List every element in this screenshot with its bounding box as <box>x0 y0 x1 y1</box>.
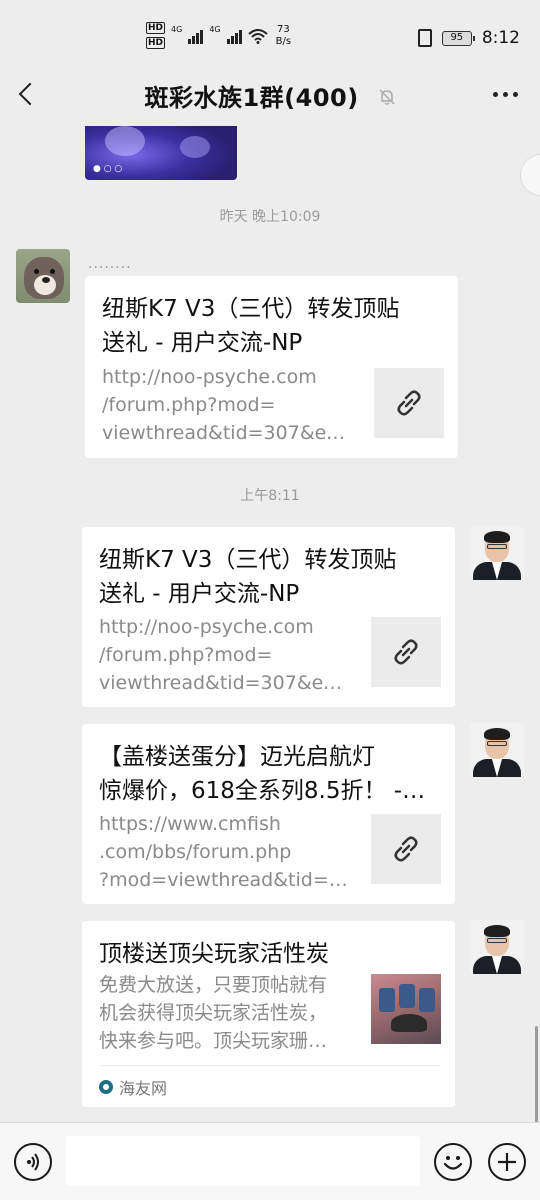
more-options-button[interactable] <box>493 92 518 97</box>
battery-icon: 95 <box>441 30 475 46</box>
card-title: 【盖楼送蛋分】迈光启航灯 惊爆价，618全系列8.5折！ -… <box>99 740 441 808</box>
input-bar <box>0 1122 540 1200</box>
card-desc-line: https://www.cmfish <box>99 813 281 835</box>
voice-icon <box>27 1153 39 1171</box>
card-description: 免费大放送，只要顶帖就有 机会获得顶尖玩家活性炭， 快来参与吧。顶尖玩家珊… <box>99 971 349 1055</box>
card-title: 纽斯K7 V3（三代）转发顶贴 送礼 - 用户交流-NP <box>102 292 444 360</box>
image-indicator: ● ○ ○ <box>93 164 123 174</box>
chat-header: 斑彩水族1群(400) <box>0 62 540 126</box>
card-title: 纽斯K7 V3（三代）转发顶贴 送礼 - 用户交流-NP <box>99 543 441 611</box>
speed-unit: B/s <box>275 35 292 47</box>
card-desc-line: http://noo-psyche.com <box>99 616 314 638</box>
signal-icon-2 <box>226 28 242 44</box>
plus-icon <box>498 1153 516 1171</box>
card-description: https://www.cmfish .com/bbs/forum.php ?m… <box>99 810 349 894</box>
card-desc-line: 快来参与吧。顶尖玩家珊… <box>99 1030 328 1052</box>
card-desc-line: /forum.php?mod= <box>102 394 276 416</box>
link-thumbnail <box>371 617 441 687</box>
timestamp: 上午8:11 <box>240 488 300 504</box>
speed-value: 73 <box>276 23 290 35</box>
chat-title-wrap: 斑彩水族1群(400) <box>0 78 540 113</box>
card-title-line: 送礼 - 用户交流-NP <box>99 581 300 607</box>
link-thumbnail <box>374 368 444 438</box>
avatar[interactable] <box>470 723 524 777</box>
link-card[interactable]: 【盖楼送蛋分】迈光启航灯 惊爆价，618全系列8.5折！ -… https://… <box>82 724 455 904</box>
card-source: 海友网 <box>99 1065 441 1107</box>
more-actions-button[interactable] <box>488 1143 526 1181</box>
avatar[interactable] <box>470 920 524 974</box>
voice-input-button[interactable] <box>14 1143 52 1181</box>
image-message[interactable]: ● ○ ○ <box>85 126 237 180</box>
vibrate-icon <box>417 29 432 47</box>
card-desc-line: 免费大放送，只要顶帖就有 <box>99 974 328 996</box>
wifi-icon <box>247 28 268 44</box>
hd-badge-2: HD <box>146 37 166 49</box>
source-logo-icon <box>99 1079 113 1094</box>
card-desc-line: ?mod=viewthread&tid=81… <box>99 869 349 891</box>
product-photo <box>371 974 441 1044</box>
network-type-2: 4G <box>209 25 221 34</box>
link-card[interactable]: 顶楼送顶尖玩家活性炭 免费大放送，只要顶帖就有 机会获得顶尖玩家活性炭， 快来参… <box>82 921 455 1107</box>
link-icon <box>397 390 421 416</box>
card-description: http://noo-psyche.com /forum.php?mod= vi… <box>99 613 349 697</box>
link-card[interactable]: 纽斯K7 V3（三代）转发顶贴 送礼 - 用户交流-NP http://noo-… <box>82 527 455 707</box>
link-card[interactable]: 纽斯K7 V3（三代）转发顶贴 送礼 - 用户交流-NP http://noo-… <box>85 276 458 458</box>
smiley-icon <box>443 1156 463 1170</box>
hd-badge-1: HD <box>146 22 166 34</box>
status-left: HD HD 4G 4G 73 B/s <box>146 22 291 49</box>
card-title-line: 纽斯K7 V3（三代）转发顶贴 <box>99 547 397 573</box>
network-speed: 73 B/s <box>276 24 291 48</box>
scrollbar[interactable] <box>535 1026 538 1122</box>
card-title-line: 【盖楼送蛋分】迈光启航灯 <box>99 744 375 770</box>
card-desc-line: viewthread&tid=307&extr… <box>102 422 352 444</box>
side-float-handle[interactable] <box>520 154 540 196</box>
signal-icon <box>188 28 204 44</box>
card-title-line: 惊爆价，618全系列8.5折！ -… <box>99 778 426 804</box>
card-title-line: 顶楼送顶尖玩家活性炭 <box>99 941 329 967</box>
card-desc-line: http://noo-psyche.com <box>102 366 317 388</box>
avatar[interactable] <box>470 526 524 580</box>
card-desc-line: 机会获得顶尖玩家活性炭， <box>99 1002 328 1024</box>
link-icon <box>394 836 418 862</box>
clock: 8:12 <box>481 28 520 48</box>
timestamp: 昨天 晚上10:09 <box>219 209 321 225</box>
status-bar: HD HD 4G 4G 73 B/s 95 8:12 <box>0 0 540 62</box>
card-title: 顶楼送顶尖玩家活性炭 <box>99 937 441 971</box>
card-description: http://noo-psyche.com /forum.php?mod= vi… <box>102 363 352 447</box>
link-thumbnail <box>371 814 441 884</box>
hd-indicators: HD HD <box>146 22 166 49</box>
avatar[interactable] <box>16 249 70 303</box>
mute-bell-icon <box>379 89 395 105</box>
message-list[interactable]: ● ○ ○ 昨天 晚上10:09 ........ 纽斯K7 V3（三代）转发顶… <box>0 126 540 1122</box>
source-name: 海友网 <box>119 1078 168 1098</box>
card-desc-line: viewthread&tid=307&extr… <box>99 672 349 694</box>
card-desc-line: /forum.php?mod= <box>99 644 273 666</box>
chat-title: 斑彩水族1群(400) <box>144 84 359 112</box>
card-desc-line: .com/bbs/forum.php <box>99 841 292 863</box>
message-input[interactable] <box>66 1136 420 1186</box>
card-title-line: 送礼 - 用户交流-NP <box>102 330 303 356</box>
link-icon <box>394 639 418 665</box>
card-title-line: 纽斯K7 V3（三代）转发顶贴 <box>102 296 400 322</box>
sender-name: ........ <box>88 256 132 272</box>
status-right: 95 8:12 <box>417 28 520 48</box>
emoji-button[interactable] <box>434 1143 472 1181</box>
network-type-1: 4G <box>171 25 183 34</box>
